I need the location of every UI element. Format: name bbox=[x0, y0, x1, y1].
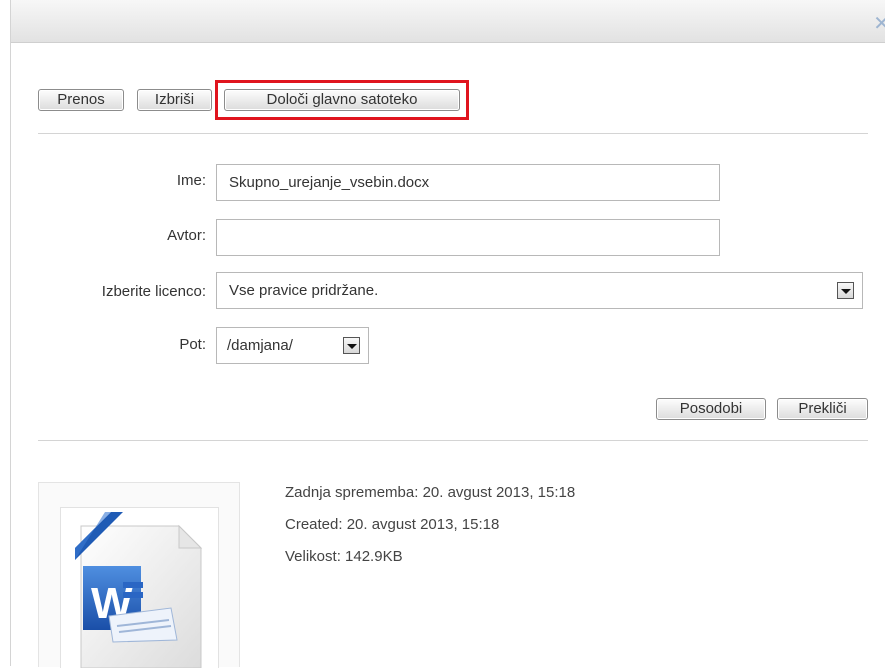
license-label: Izberite licenco: bbox=[101, 283, 206, 300]
divider bbox=[38, 440, 868, 441]
modified-date: Zadnja sprememba: 20. avgust 2013, 15:18 bbox=[285, 484, 576, 501]
file-thumbnail[interactable]: W bbox=[60, 507, 219, 668]
chevron-down-icon[interactable] bbox=[837, 282, 854, 299]
highlight-box bbox=[215, 80, 469, 120]
word-document-icon: W bbox=[75, 512, 203, 668]
close-icon[interactable]: ✕ bbox=[873, 14, 885, 34]
path-label: Pot: bbox=[179, 336, 206, 353]
file-thumbnail-frame: W bbox=[38, 482, 240, 668]
file-details-dialog: ✕ Prenos Izbriši Določi glavno satoteko … bbox=[10, 0, 885, 668]
license-select[interactable]: Vse pravice pridržane. bbox=[216, 272, 863, 309]
file-size: Velikost: 142.9KB bbox=[285, 548, 403, 565]
update-button[interactable]: Posodobi bbox=[656, 398, 766, 420]
dialog-titlebar: ✕ bbox=[11, 0, 885, 43]
author-input[interactable] bbox=[216, 219, 720, 256]
name-label: Ime: bbox=[176, 172, 206, 189]
name-input[interactable]: Skupno_urejanje_vsebin.docx bbox=[216, 164, 720, 201]
created-date: Created: 20. avgust 2013, 15:18 bbox=[285, 516, 500, 533]
path-select[interactable]: /damjana/ bbox=[216, 327, 369, 364]
divider bbox=[38, 133, 868, 134]
delete-button[interactable]: Izbriši bbox=[137, 89, 212, 111]
author-label: Avtor: bbox=[167, 227, 206, 244]
path-select-value: /damjana/ bbox=[227, 337, 293, 354]
license-select-value: Vse pravice pridržane. bbox=[229, 282, 379, 299]
download-button[interactable]: Prenos bbox=[38, 89, 124, 111]
chevron-down-icon[interactable] bbox=[343, 337, 360, 354]
cancel-button[interactable]: Prekliči bbox=[777, 398, 868, 420]
